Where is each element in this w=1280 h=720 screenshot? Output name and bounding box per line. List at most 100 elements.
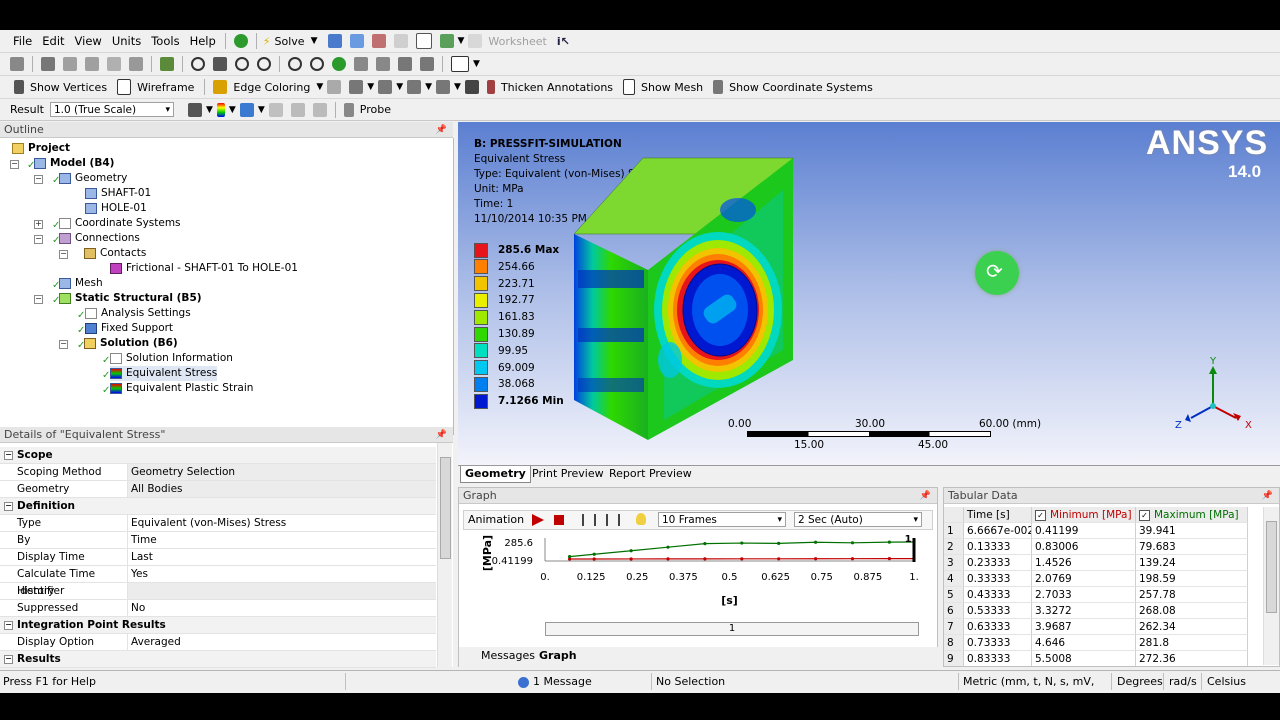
report-icon[interactable] [371,34,386,48]
tree-node-analysis-settings[interactable]: Analysis Settings [85,306,191,321]
solve-button[interactable]: Solve [275,35,305,48]
details-row-by[interactable]: By Time [0,532,436,549]
pin-icon[interactable]: 📌 [436,122,447,138]
edge-style-5-icon[interactable] [464,80,479,94]
worksheet-chart-icon[interactable] [349,34,364,48]
column-checkbox[interactable]: ✓ [1139,509,1150,521]
table-cell[interactable]: 0.13333 [964,539,1032,555]
tab-geometry[interactable]: Geometry [460,466,531,483]
details-group-scope[interactable]: − Scope [0,447,436,464]
viewport-layout-icon[interactable] [451,56,469,72]
chevron-down-icon[interactable]: ▼ [396,82,403,92]
status-rate-unit[interactable]: rad/s [1166,673,1202,690]
rotate-icon[interactable] [191,57,205,71]
tab-report-preview[interactable]: Report Preview [605,466,696,482]
refresh-button[interactable]: ⟳ [975,251,1019,295]
menu-view[interactable]: View [70,34,107,48]
table-cell[interactable]: 0.43333 [964,587,1032,603]
table-cell[interactable]: 5.5008 [1032,651,1136,666]
previous-view-icon[interactable] [354,57,368,71]
menu-tools[interactable]: Tools [146,34,184,48]
tree-node-solution[interactable]: Solution (B6) [84,336,178,351]
vector-display-icon[interactable] [268,102,283,117]
image-icon[interactable] [439,34,454,48]
chevron-down-icon[interactable]: ▼ [473,59,480,69]
graphics-viewport[interactable]: B: PRESSFIT-SIMULATION Equivalent Stress… [458,122,1280,465]
details-row-scoping-method[interactable]: Scoping Method Geometry Selection [0,464,436,481]
table-cell[interactable]: 198.59 [1136,571,1248,587]
geometry-display-icon[interactable] [188,102,202,117]
edge-style-3-icon[interactable] [407,80,422,94]
print-icon[interactable] [420,57,434,71]
speed-dropdown[interactable]: 2 Sec (Auto) [794,512,922,528]
column-checkbox[interactable]: ✓ [1035,509,1046,521]
details-group-integration-point[interactable]: − Integration Point Results [0,617,436,634]
status-angle-unit[interactable]: Degrees [1114,673,1164,690]
table-cell[interactable]: 272.36 [1136,651,1248,666]
chevron-down-icon[interactable]: ▼ [367,82,374,92]
thin-edges-icon[interactable] [327,80,342,94]
table-cell[interactable]: 0.41199 [1032,523,1136,539]
collapse-toggle[interactable]: − [4,655,13,664]
table-cell[interactable]: 3.3272 [1032,603,1136,619]
time-slider[interactable]: 1 [545,622,919,636]
column-header[interactable]: ✓ Minimum [MPa] [1032,507,1136,523]
table-cell[interactable]: 3.9687 [1032,619,1136,635]
pan-icon[interactable] [213,57,227,71]
chevron-down-icon[interactable]: ▼ [229,105,236,115]
table-cell[interactable]: 6.6667e-002 [964,523,1032,539]
zoom-icon[interactable] [235,57,249,71]
zoom-selection-icon[interactable] [310,57,324,71]
table-cell[interactable]: 2.0769 [1032,571,1136,587]
details-row-type[interactable]: Type Equivalent (von-Mises) Stress [0,515,436,532]
text-annotation-icon[interactable] [415,33,432,49]
table-cell[interactable]: 39.941 [1136,523,1248,539]
pin-icon[interactable]: 📌 [920,488,931,504]
property-value[interactable]: Equivalent (von-Mises) Stress [127,515,436,531]
collapse-toggle[interactable]: − [4,621,13,630]
info-cursor-icon[interactable]: i↖ [557,35,570,48]
extend-select-icon[interactable] [160,57,174,71]
menu-edit[interactable]: Edit [37,34,69,48]
table-cell[interactable]: 268.08 [1136,603,1248,619]
table-cell[interactable]: 79.683 [1136,539,1248,555]
tree-node-fixed-support[interactable]: Fixed Support [85,321,173,336]
status-temperature-unit[interactable]: Celsius [1204,673,1274,690]
chevron-down-icon[interactable]: ▼ [311,36,318,46]
collapse-toggle[interactable]: − [34,175,43,184]
details-scrollbar[interactable] [437,443,452,667]
table-cell[interactable]: 139.24 [1136,555,1248,571]
edge-style-4-icon[interactable] [436,80,451,94]
tree-node-hole[interactable]: HOLE-01 [85,201,147,216]
edges-display-icon[interactable] [239,102,254,117]
table-cell[interactable]: 2.7033 [1032,587,1136,603]
column-header[interactable] [944,507,964,523]
tree-node-static-structural[interactable]: Static Structural (B5) [59,291,202,306]
scrollbar-thumb[interactable] [1266,521,1277,613]
stop-icon[interactable] [554,515,564,525]
details-group-results[interactable]: − Results [0,651,436,668]
scale-dropdown[interactable]: 1.0 (True Scale) [50,102,174,118]
new-analysis-icon[interactable] [327,34,342,48]
chevron-down-icon[interactable]: ▼ [454,82,461,92]
next-view-icon[interactable] [376,57,390,71]
details-row-display-option[interactable]: Display Option Averaged [0,634,436,651]
property-value[interactable]: Averaged [127,634,436,650]
tree-node-connections[interactable]: Connections [59,231,140,246]
column-header[interactable]: Time [s] [964,507,1032,523]
magnifier-icon[interactable] [332,57,346,71]
status-messages[interactable]: 1 Message [512,673,652,690]
menu-units[interactable]: Units [107,34,146,48]
table-cell[interactable]: 257.78 [1136,587,1248,603]
tabular-scrollbar[interactable] [1263,507,1279,665]
coordinate-triad[interactable]: Y X Z [1173,354,1253,434]
wireframe-button[interactable]: Wireframe [137,81,194,94]
result-sets-icon[interactable] [606,514,620,526]
property-value[interactable] [127,583,436,599]
table-cell[interactable]: 0.83006 [1032,539,1136,555]
collapse-toggle[interactable]: − [59,250,68,259]
chevron-down-icon[interactable]: ▼ [206,105,213,115]
body-select-icon[interactable] [129,57,143,71]
show-vertices-button[interactable]: Show Vertices [30,81,107,94]
contour-icon[interactable] [216,102,225,117]
